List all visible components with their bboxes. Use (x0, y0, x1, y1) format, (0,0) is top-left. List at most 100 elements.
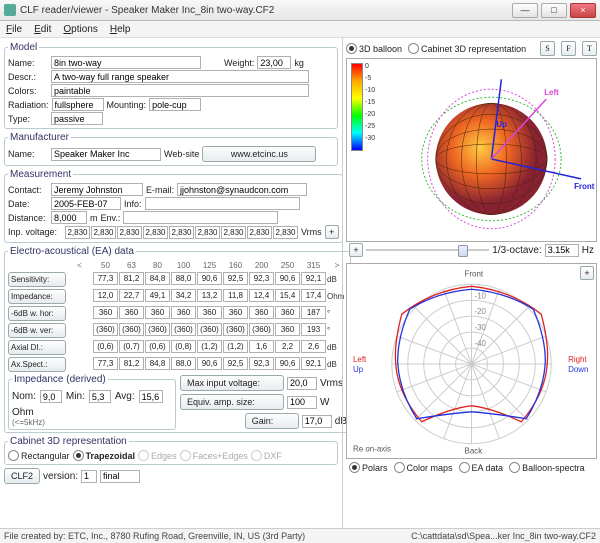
cabinet-option[interactable]: Rectangular (8, 450, 70, 461)
ea-cell[interactable]: 17,4 (301, 289, 326, 302)
maximize-button[interactable]: □ (541, 3, 567, 18)
ea-cell[interactable]: 12,4 (249, 289, 274, 302)
mounting-input[interactable] (149, 98, 201, 111)
ea-cell[interactable]: (360) (145, 323, 170, 336)
view-mode-option[interactable]: Color maps (394, 462, 453, 473)
ea-cell[interactable]: 77,3 (93, 357, 118, 370)
voltage-cell[interactable]: 2,830 (91, 226, 116, 239)
ea-cell[interactable]: (360) (93, 323, 118, 336)
voltage-cell[interactable]: 2,830 (169, 226, 194, 239)
ea-cell[interactable]: 92,3 (249, 272, 274, 285)
freq-slider[interactable] (366, 249, 489, 251)
ea-cell[interactable]: 77,3 (93, 272, 118, 285)
avg-input[interactable] (139, 390, 163, 403)
clf-status-input[interactable] (100, 470, 140, 483)
ea-cell[interactable]: 88,0 (171, 357, 196, 370)
info-input[interactable] (145, 197, 300, 210)
voltage-cell[interactable]: 2,830 (195, 226, 220, 239)
clf-button[interactable]: CLF2 (4, 468, 40, 484)
mode-3d-balloon[interactable]: 3D balloon (346, 43, 402, 54)
min-input[interactable] (89, 390, 111, 403)
ea-row-button[interactable]: -6dB w. hor: (8, 306, 66, 321)
maxv-button[interactable]: Max input voltage: (180, 375, 284, 391)
view-mode-option[interactable]: EA data (459, 462, 504, 473)
ea-cell[interactable]: 22,7 (119, 289, 144, 302)
ea-cell[interactable]: 90,6 (197, 357, 222, 370)
ea-cell[interactable]: 360 (171, 306, 196, 319)
ea-cell[interactable]: 92,5 (223, 357, 248, 370)
ea-row-button[interactable]: -6dB w. ver: (8, 323, 66, 338)
website-button[interactable]: www.etcinc.us (202, 146, 316, 162)
ea-cell[interactable]: 81,2 (119, 272, 144, 285)
view-s-button[interactable]: S (540, 41, 555, 56)
view-f-button[interactable]: F (561, 41, 576, 56)
balloon-view[interactable]: 0-5-10 -15-20-25 -30 Front Up Left (346, 58, 597, 242)
ea-row-button[interactable]: Ax.Spect.: (8, 357, 66, 372)
ea-cell[interactable]: 92,1 (301, 272, 326, 285)
ea-cell[interactable]: (1,2) (223, 340, 248, 353)
ea-cell[interactable]: 360 (145, 306, 170, 319)
gain-input[interactable] (302, 415, 332, 428)
view-mode-option[interactable]: Polars (349, 462, 388, 473)
voltage-expand-button[interactable]: + (325, 225, 339, 239)
voltage-cell[interactable]: 2,830 (273, 226, 298, 239)
clf-ver-input[interactable] (81, 470, 97, 483)
ea-cell[interactable]: 49,1 (145, 289, 170, 302)
ea-cell[interactable]: 360 (93, 306, 118, 319)
polar-view[interactable]: -10 -20 -30 -40 Front Back Left Up Right… (346, 263, 597, 459)
ea-cell[interactable]: 12,0 (93, 289, 118, 302)
ea-cell[interactable]: (1,2) (197, 340, 222, 353)
ea-cell[interactable]: 360 (119, 306, 144, 319)
ea-cell[interactable]: 360 (197, 306, 222, 319)
ea-cell[interactable]: 34,2 (171, 289, 196, 302)
ea-cell[interactable]: 360 (249, 306, 274, 319)
eqamp-input[interactable] (287, 396, 317, 409)
ea-cell[interactable]: 90,6 (197, 272, 222, 285)
mode-cabinet-3d[interactable]: Cabinet 3D representation (408, 43, 526, 54)
type-input[interactable] (51, 112, 103, 125)
ea-cell[interactable]: (0,6) (93, 340, 118, 353)
email-input[interactable] (177, 183, 307, 196)
voltage-cell[interactable]: 2,830 (143, 226, 168, 239)
mfr-name-input[interactable] (51, 148, 161, 161)
voltage-cell[interactable]: 2,830 (65, 226, 90, 239)
ea-cell[interactable]: (360) (197, 323, 222, 336)
ea-cell[interactable]: 88,0 (171, 272, 196, 285)
ea-cell[interactable]: (360) (171, 323, 196, 336)
ea-cell[interactable]: 193 (301, 323, 326, 336)
ea-cell[interactable]: (360) (119, 323, 144, 336)
octave-select[interactable] (545, 244, 579, 257)
colors-input[interactable] (51, 84, 309, 97)
voltage-cell[interactable]: 2,830 (221, 226, 246, 239)
contact-input[interactable] (51, 183, 143, 196)
menu-edit[interactable]: Edit (34, 24, 51, 35)
ea-cell[interactable]: 90,6 (275, 357, 300, 370)
ea-cell[interactable]: (360) (223, 323, 248, 336)
menu-options[interactable]: Options (63, 24, 97, 35)
menu-help[interactable]: Help (110, 24, 131, 35)
ea-cell[interactable]: 84,8 (145, 272, 170, 285)
ea-cell[interactable]: 2,2 (275, 340, 300, 353)
ea-cell[interactable]: 15,4 (275, 289, 300, 302)
ea-cell[interactable]: (0,8) (171, 340, 196, 353)
radiation-input[interactable] (52, 98, 104, 111)
name-input[interactable] (51, 56, 201, 69)
ea-cell[interactable]: 360 (275, 306, 300, 319)
ea-cell[interactable]: 360 (223, 306, 248, 319)
voltage-cell[interactable]: 2,830 (117, 226, 142, 239)
date-input[interactable] (51, 197, 121, 210)
ea-cell[interactable]: 2,6 (301, 340, 326, 353)
ea-cell[interactable]: 90,6 (275, 272, 300, 285)
view-t-button[interactable]: T (582, 41, 597, 56)
eqamp-button[interactable]: Equiv. amp. size: (180, 394, 284, 410)
distance-input[interactable] (51, 211, 87, 224)
ea-cell[interactable]: 92,3 (249, 357, 274, 370)
gain-button[interactable]: Gain: (245, 413, 299, 429)
polar-expand-button[interactable]: + (580, 266, 594, 280)
minimize-button[interactable]: — (512, 3, 538, 18)
ea-cell[interactable]: 187 (301, 306, 326, 319)
env-input[interactable] (123, 211, 278, 224)
weight-input[interactable] (257, 56, 291, 69)
close-button[interactable]: × (570, 3, 596, 18)
ea-cell[interactable]: 360 (275, 323, 300, 336)
